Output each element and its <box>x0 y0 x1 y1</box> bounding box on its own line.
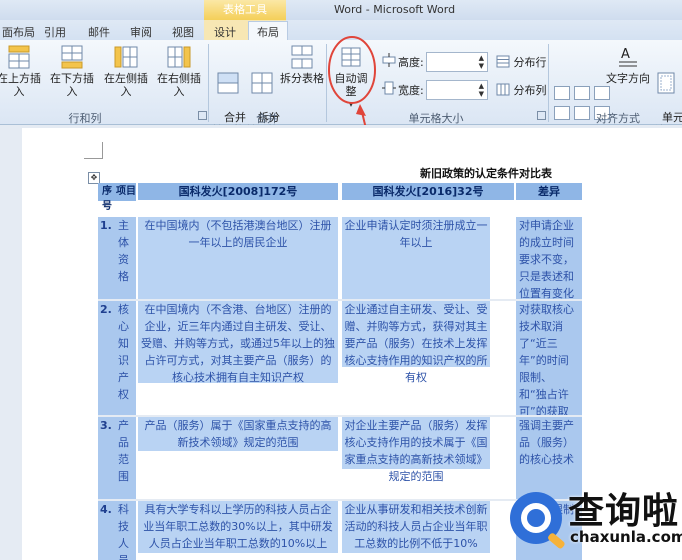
row-number-cell[interactable]: 4. <box>98 501 116 560</box>
row-number-cell[interactable]: 2. <box>98 301 116 415</box>
row-old-policy-cell[interactable]: 产品（服务）属于《国家重点支持的高新技术领域》规定的范围 <box>138 417 338 451</box>
header-cell-item[interactable]: 项目 <box>116 183 136 201</box>
header-cell-number[interactable]: 序号 <box>98 183 116 212</box>
row-item-cell[interactable]: 科技人员 <box>116 501 136 560</box>
row-new-policy-cell[interactable]: 企业从事研发和相关技术创新活动的科技人员占企业当年职工总数的比例不低于10% <box>342 501 490 553</box>
watermark-url: chaxunla.com <box>570 528 682 546</box>
row-number-cell[interactable]: 1. <box>98 217 116 299</box>
row-new-policy-cell[interactable]: 对企业主要产品（服务）发挥核心支持作用的技术属于《国家重点支持的高新技术领域》规… <box>342 417 490 483</box>
watermark-brand: 查询啦 <box>568 491 680 532</box>
row-item-cell[interactable]: 核心知识产权 <box>116 301 136 415</box>
annotation-circle <box>328 36 376 104</box>
row-old-policy-cell[interactable]: 在中国境内（不包括港澳台地区）注册一年以上的居民企业 <box>138 217 338 299</box>
document-title: 新旧政策的认定条件对比表 <box>420 167 552 180</box>
row-number-cell[interactable]: 3. <box>98 417 116 499</box>
row-difference-cell[interactable]: 对申请企业的成立时间要求不变，只是表述和位置有变化 <box>516 217 582 300</box>
header-cell-new-policy[interactable]: 国科发火[2016]32号 <box>342 183 514 200</box>
row-difference-cell[interactable]: 对获取核心技术取消了“近三年”的时间限制、和“独占许可”的获取方式 <box>516 301 582 435</box>
row-old-policy-cell[interactable]: 在中国境内（不含港、台地区）注册的企业，近三年内通过自主研发、受让、受赠、并购等… <box>138 301 338 384</box>
watermark-logo: 查询啦 chaxunla.com <box>500 478 682 560</box>
annotation-arrowhead-icon <box>356 104 366 116</box>
header-cell-old-policy[interactable]: 国科发火[2008]172号 <box>138 183 338 200</box>
row-new-policy-cell[interactable]: 企业通过自主研发、受让、受赠、并购等方式，获得对其主要产品（服务）在技术上发挥核… <box>342 301 490 384</box>
row-old-policy-cell[interactable]: 具有大学专科以上学历的科技人员占企业当年职工总数的30%以上，其中研发人员占企业… <box>138 501 338 553</box>
row-item-cell[interactable]: 产品范围 <box>116 417 136 499</box>
row-new-policy-cell[interactable]: 企业申请认定时须注册成立一年以上 <box>342 217 490 299</box>
row-item-cell[interactable]: 主体资格 <box>116 217 136 299</box>
page-corner-mark <box>84 142 103 159</box>
header-cell-difference[interactable]: 差异 <box>516 183 582 200</box>
